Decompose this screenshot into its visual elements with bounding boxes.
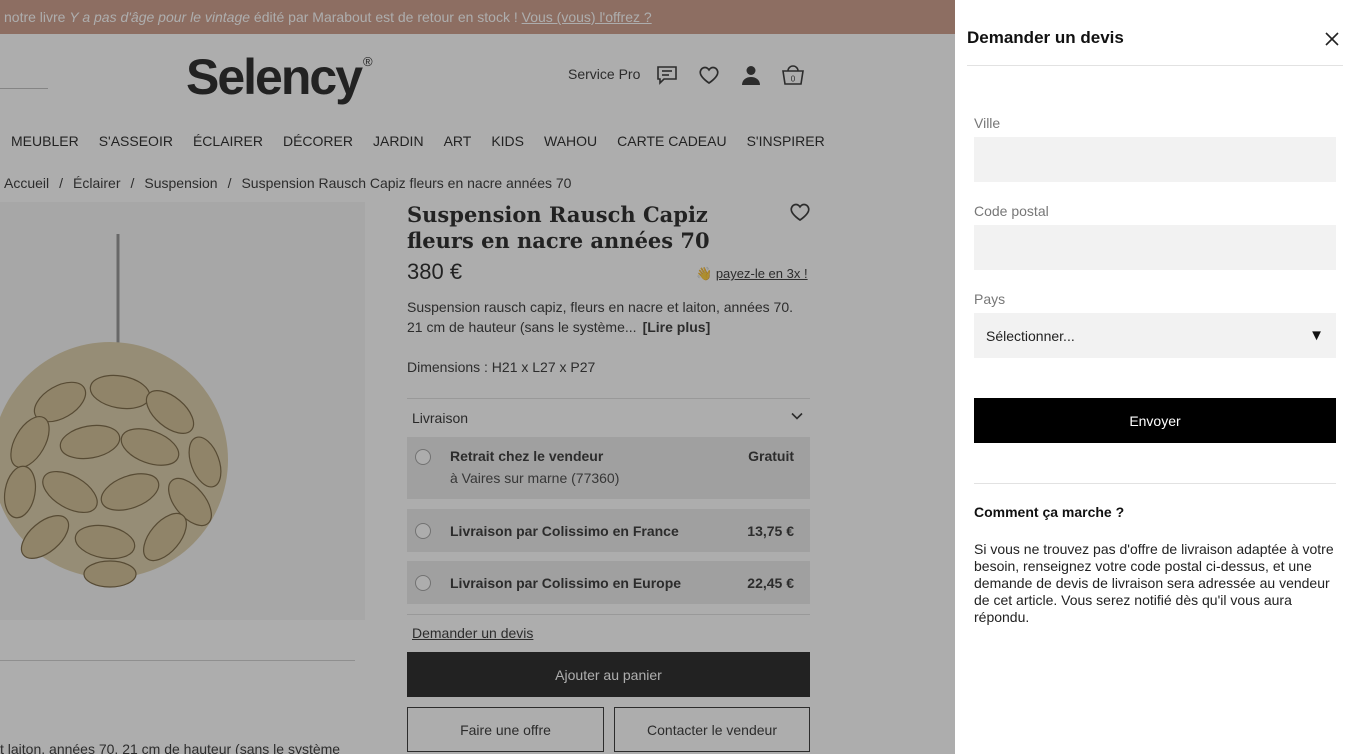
country-select-value: Sélectionner...: [986, 327, 1075, 344]
city-input[interactable]: [974, 137, 1336, 182]
how-it-works-text: Si vous ne trouvez pas d'offre de livrai…: [974, 541, 1334, 625]
send-button[interactable]: Envoyer: [974, 398, 1336, 443]
dropdown-triangle-icon: ▼: [1309, 327, 1324, 344]
close-icon[interactable]: [1322, 29, 1342, 49]
modal-backdrop[interactable]: [0, 0, 955, 754]
country-label: Pays: [974, 291, 1006, 307]
panel-header-divider: [967, 65, 1343, 66]
postal-code-input[interactable]: [974, 225, 1336, 270]
city-label: Ville: [974, 115, 1001, 131]
quote-request-panel: Demander un devis Ville Code postal Pays…: [955, 0, 1355, 754]
panel-title: Demander un devis: [967, 28, 1124, 47]
how-it-works-title: Comment ça marche ?: [974, 504, 1125, 520]
panel-section-divider: [974, 483, 1336, 484]
country-select[interactable]: Sélectionner... ▼: [974, 313, 1336, 358]
postal-code-label: Code postal: [974, 203, 1049, 219]
